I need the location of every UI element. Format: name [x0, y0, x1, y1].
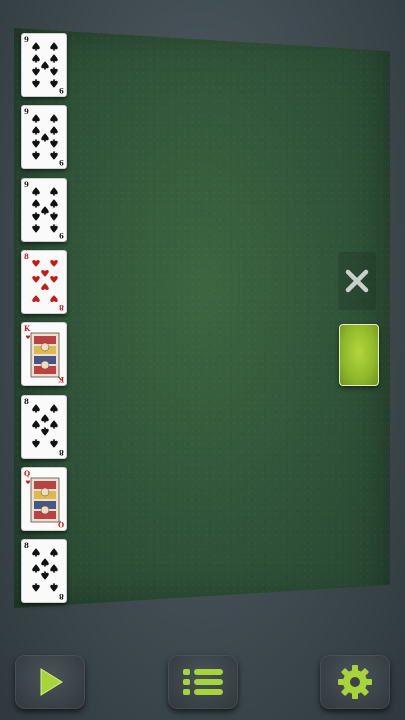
suit-pip	[26, 335, 30, 340]
suit-pip	[50, 186, 58, 196]
suit-pip	[41, 413, 49, 422]
close-icon[interactable]	[344, 268, 370, 294]
playing-card[interactable]: KK	[21, 322, 67, 387]
play-button[interactable]	[15, 655, 85, 709]
suit-pip	[41, 205, 49, 215]
playing-card[interactable]: 88	[21, 539, 67, 604]
suit-pip	[32, 198, 40, 208]
suit-pip	[50, 439, 58, 448]
suit-pip	[50, 419, 58, 428]
suit-pip	[32, 114, 40, 123]
suit-pip	[41, 61, 49, 70]
suit-pip	[32, 79, 40, 88]
suit-pip	[41, 558, 49, 567]
felt-table	[14, 28, 390, 608]
suit-pip	[50, 151, 58, 161]
spade-suit-icon	[32, 114, 58, 161]
gear-icon	[338, 665, 372, 699]
stock-pile[interactable]	[339, 324, 379, 386]
playing-card[interactable]: 88	[21, 394, 67, 459]
suit-pip	[32, 224, 40, 233]
face-head	[40, 342, 50, 352]
menu-button[interactable]	[168, 655, 238, 709]
heart-suit-icon	[32, 259, 58, 302]
playing-card[interactable]: 99	[21, 105, 67, 170]
spade-suit-icon	[32, 42, 58, 88]
suit-pip	[50, 54, 58, 63]
face-head	[40, 360, 50, 370]
suit-pip	[32, 212, 40, 221]
spade-suit-icon	[32, 186, 58, 233]
spade-suit-icon	[32, 548, 58, 592]
suit-pip	[50, 564, 58, 573]
suit-pip	[32, 54, 40, 63]
suit-pip	[32, 439, 40, 448]
suit-pip	[50, 67, 58, 76]
suit-pip	[50, 114, 58, 123]
suit-pip	[32, 403, 40, 412]
discard-slot[interactable]	[338, 252, 376, 310]
suit-pip	[32, 42, 40, 51]
suit-pip	[32, 548, 40, 557]
suit-pip	[32, 295, 40, 302]
playing-card[interactable]: 99	[21, 177, 67, 242]
face-head	[40, 505, 50, 515]
suit-pip	[50, 224, 58, 233]
suit-pip	[41, 133, 49, 142]
playing-card[interactable]: 88	[21, 249, 67, 314]
suit-pip	[41, 571, 49, 580]
suit-pip	[50, 275, 58, 283]
suit-pip	[50, 126, 58, 135]
suit-pip	[32, 564, 40, 573]
suit-pip	[50, 198, 58, 208]
suit-pip	[50, 403, 58, 412]
suit-pip	[26, 480, 30, 484]
suit-pip	[41, 427, 49, 436]
suit-pip	[50, 42, 58, 51]
suit-pip	[32, 151, 40, 161]
playing-card[interactable]: 99	[21, 33, 67, 97]
suit-pip	[50, 259, 58, 267]
suit-pip	[50, 139, 58, 149]
heart-suit-icon	[26, 332, 60, 378]
suit-pip	[50, 583, 58, 592]
suit-pip	[32, 259, 40, 267]
suit-pip	[50, 79, 58, 88]
heart-suit-icon	[26, 477, 60, 523]
suit-pip	[32, 583, 40, 592]
suit-pip	[50, 212, 58, 221]
suit-pip	[32, 275, 40, 283]
suit-pip	[41, 283, 49, 290]
suit-pip	[32, 419, 40, 428]
spade-suit-icon	[32, 403, 58, 448]
playing-card[interactable]: QQ	[21, 466, 67, 531]
play-icon	[40, 668, 63, 696]
suit-pip	[50, 295, 58, 302]
suit-pip	[32, 126, 40, 135]
suit-pip	[32, 186, 40, 196]
settings-button[interactable]	[320, 655, 390, 709]
menu-list-icon	[183, 669, 223, 695]
suit-pip	[41, 269, 49, 277]
suit-pip	[50, 548, 58, 557]
suit-pip	[32, 67, 40, 76]
face-head	[40, 487, 50, 497]
suit-pip	[32, 139, 40, 149]
